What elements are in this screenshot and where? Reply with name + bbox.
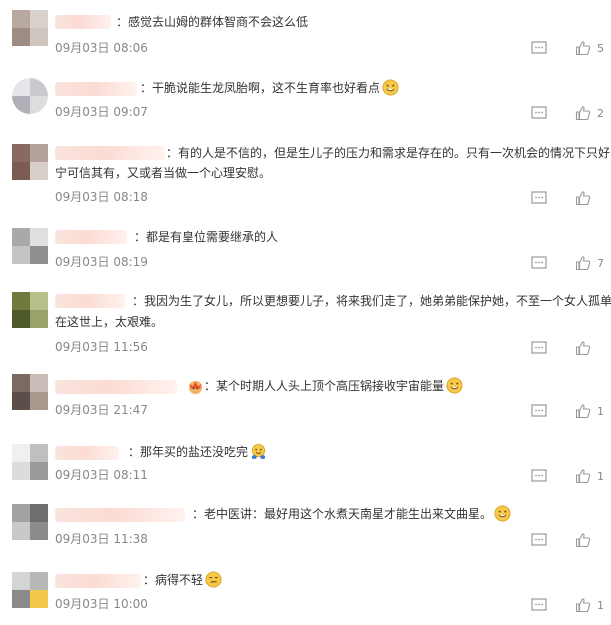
- username-blurred[interactable]: [55, 446, 119, 460]
- comment-text-row: ：那年买的盐还没吃完: [128, 441, 267, 463]
- like-count: 1: [597, 404, 604, 418]
- like-button[interactable]: 1: [575, 596, 605, 614]
- avatar[interactable]: [12, 292, 48, 328]
- grinning-face-emoji: [382, 79, 399, 96]
- comment-item: ：那年买的盐还没吃完 09月03日 08:11 1: [0, 434, 611, 502]
- username-blurred[interactable]: [55, 508, 185, 522]
- comment-time: 09月03日 08:19: [55, 255, 148, 269]
- comment-time: 09月03日 08:11: [55, 468, 148, 482]
- comment-time: 09月03日 10:00: [55, 597, 148, 611]
- like-count: 1: [597, 598, 604, 612]
- avatar[interactable]: [12, 10, 48, 46]
- grinning-face-emoji: [446, 377, 463, 394]
- hugging-face-emoji: [251, 443, 266, 460]
- thumbs-up-icon: [575, 41, 591, 56]
- comment-text: ：老中医讲：最好用这个水煮天南星才能生出来文曲星。: [192, 507, 493, 521]
- comment-time: 09月03日 08:18: [55, 190, 148, 204]
- like-button[interactable]: 7: [575, 254, 605, 272]
- username-blurred[interactable]: [55, 82, 137, 96]
- reply-icon[interactable]: [531, 41, 547, 55]
- reply-icon[interactable]: [531, 404, 547, 418]
- comment-text: ：干脆说能生龙凤胎啊，这不生育率也好看点: [140, 81, 381, 95]
- like-button[interactable]: [575, 531, 605, 549]
- comment-text: ：感觉去山姆的群体智商不会这么低: [116, 15, 309, 29]
- reply-icon[interactable]: [531, 469, 547, 483]
- comment-item: ：干脆说能生龙凤胎啊，这不生育率也好看点 09月03日 09:07 2: [0, 60, 611, 130]
- avatar[interactable]: [12, 144, 48, 180]
- thumbs-up-icon: [575, 469, 591, 484]
- reply-icon[interactable]: [531, 341, 547, 355]
- avatar[interactable]: [12, 78, 48, 114]
- avatar[interactable]: [12, 504, 48, 540]
- thumbs-up-icon: [575, 404, 591, 419]
- avatar[interactable]: [12, 572, 48, 608]
- username-blurred[interactable]: [55, 15, 111, 29]
- reply-icon[interactable]: [531, 533, 547, 547]
- crown-badge-emoji: [188, 380, 203, 395]
- comment-item: ：都是有皇位需要继承的人 09月03日 08:19 7: [0, 216, 611, 284]
- avatar[interactable]: [12, 228, 48, 264]
- comment-text: ：那年买的盐还没吃完: [128, 445, 249, 459]
- comment-text: 在这世上，太艰难。: [55, 315, 164, 329]
- username-blurred[interactable]: [55, 146, 165, 160]
- like-count: 1: [597, 469, 604, 483]
- reply-icon[interactable]: [531, 598, 547, 612]
- username-blurred[interactable]: [55, 230, 127, 244]
- comment-time: 09月03日 09:07: [55, 105, 148, 119]
- comment-item: ：我因为生了女儿，所以更想要儿子，将来我们走了，她弟弟能保护她，不至一个女人孤单…: [0, 284, 611, 366]
- like-button[interactable]: 1: [575, 467, 605, 485]
- username-blurred[interactable]: [55, 380, 177, 394]
- comment-text: ：都是有皇位需要继承的人: [134, 230, 279, 244]
- comment-time: 09月03日 08:06: [55, 41, 148, 55]
- smirk-face-emoji: [205, 571, 222, 588]
- like-button[interactable]: [575, 189, 605, 207]
- comment-text: ：某个时期人人头上顶个高压锅接收宇宙能量: [204, 379, 445, 393]
- like-count: 2: [597, 106, 604, 120]
- avatar[interactable]: [12, 374, 48, 410]
- reply-icon[interactable]: [531, 106, 547, 120]
- reply-icon[interactable]: [531, 256, 547, 270]
- thumbs-up-icon: [575, 598, 591, 613]
- comment-text: 宁可信其有，又或者当做一个心理安慰。: [55, 166, 272, 180]
- like-button[interactable]: 5: [575, 39, 605, 57]
- comment-text: ：病得不轻: [143, 573, 204, 587]
- comment-time: 09月03日 21:47: [55, 403, 148, 417]
- reply-icon[interactable]: [531, 191, 547, 205]
- comment-item: ：感觉去山姆的群体智商不会这么低 09月03日 08:06 5: [0, 0, 611, 60]
- like-button[interactable]: [575, 339, 605, 357]
- avatar[interactable]: [12, 444, 48, 480]
- like-count: 7: [597, 256, 604, 270]
- comment-item: ：老中医讲：最好用这个水煮天南星才能生出来文曲星。 09月03日 11:38: [0, 502, 611, 566]
- comment-time: 09月03日 11:56: [55, 340, 148, 354]
- like-count: 5: [597, 41, 604, 55]
- username-blurred[interactable]: [55, 294, 125, 308]
- comment-item: ：有的人是不信的，但是生儿子的压力和需求是存在的。只有一次机会的情况下只好 宁可…: [0, 130, 611, 216]
- comment-item: ：某个时期人人头上顶个高压锅接收宇宙能量 09月03日 21:47 1: [0, 366, 611, 434]
- comment-text: ：我因为生了女儿，所以更想要儿子，将来我们走了，她弟弟能保护她，不至一个女人孤单: [132, 294, 611, 308]
- thumbs-up-icon: [575, 533, 591, 548]
- comment-text-row: ：干脆说能生龙凤胎啊，这不生育率也好看点: [140, 77, 399, 99]
- username-blurred[interactable]: [55, 574, 141, 588]
- comment-text-row: ：病得不轻: [143, 569, 222, 591]
- comment-text-row: ：某个时期人人头上顶个高压锅接收宇宙能量: [204, 375, 463, 397]
- thumbs-up-icon: [575, 256, 591, 271]
- comment-text-row: ：老中医讲：最好用这个水煮天南星才能生出来文曲星。: [192, 503, 511, 525]
- thumbs-up-icon: [575, 191, 591, 206]
- thumbs-up-icon: [575, 341, 591, 356]
- comment-text: ：有的人是不信的，但是生儿子的压力和需求是存在的。只有一次机会的情况下只好: [166, 146, 611, 160]
- comment-item: ：病得不轻 09月03日 10:00 1: [0, 566, 611, 625]
- thumbs-up-icon: [575, 106, 591, 121]
- like-button[interactable]: 2: [575, 104, 605, 122]
- comment-time: 09月03日 11:38: [55, 532, 148, 546]
- grinning-face-emoji: [494, 505, 511, 522]
- like-button[interactable]: 1: [575, 402, 605, 420]
